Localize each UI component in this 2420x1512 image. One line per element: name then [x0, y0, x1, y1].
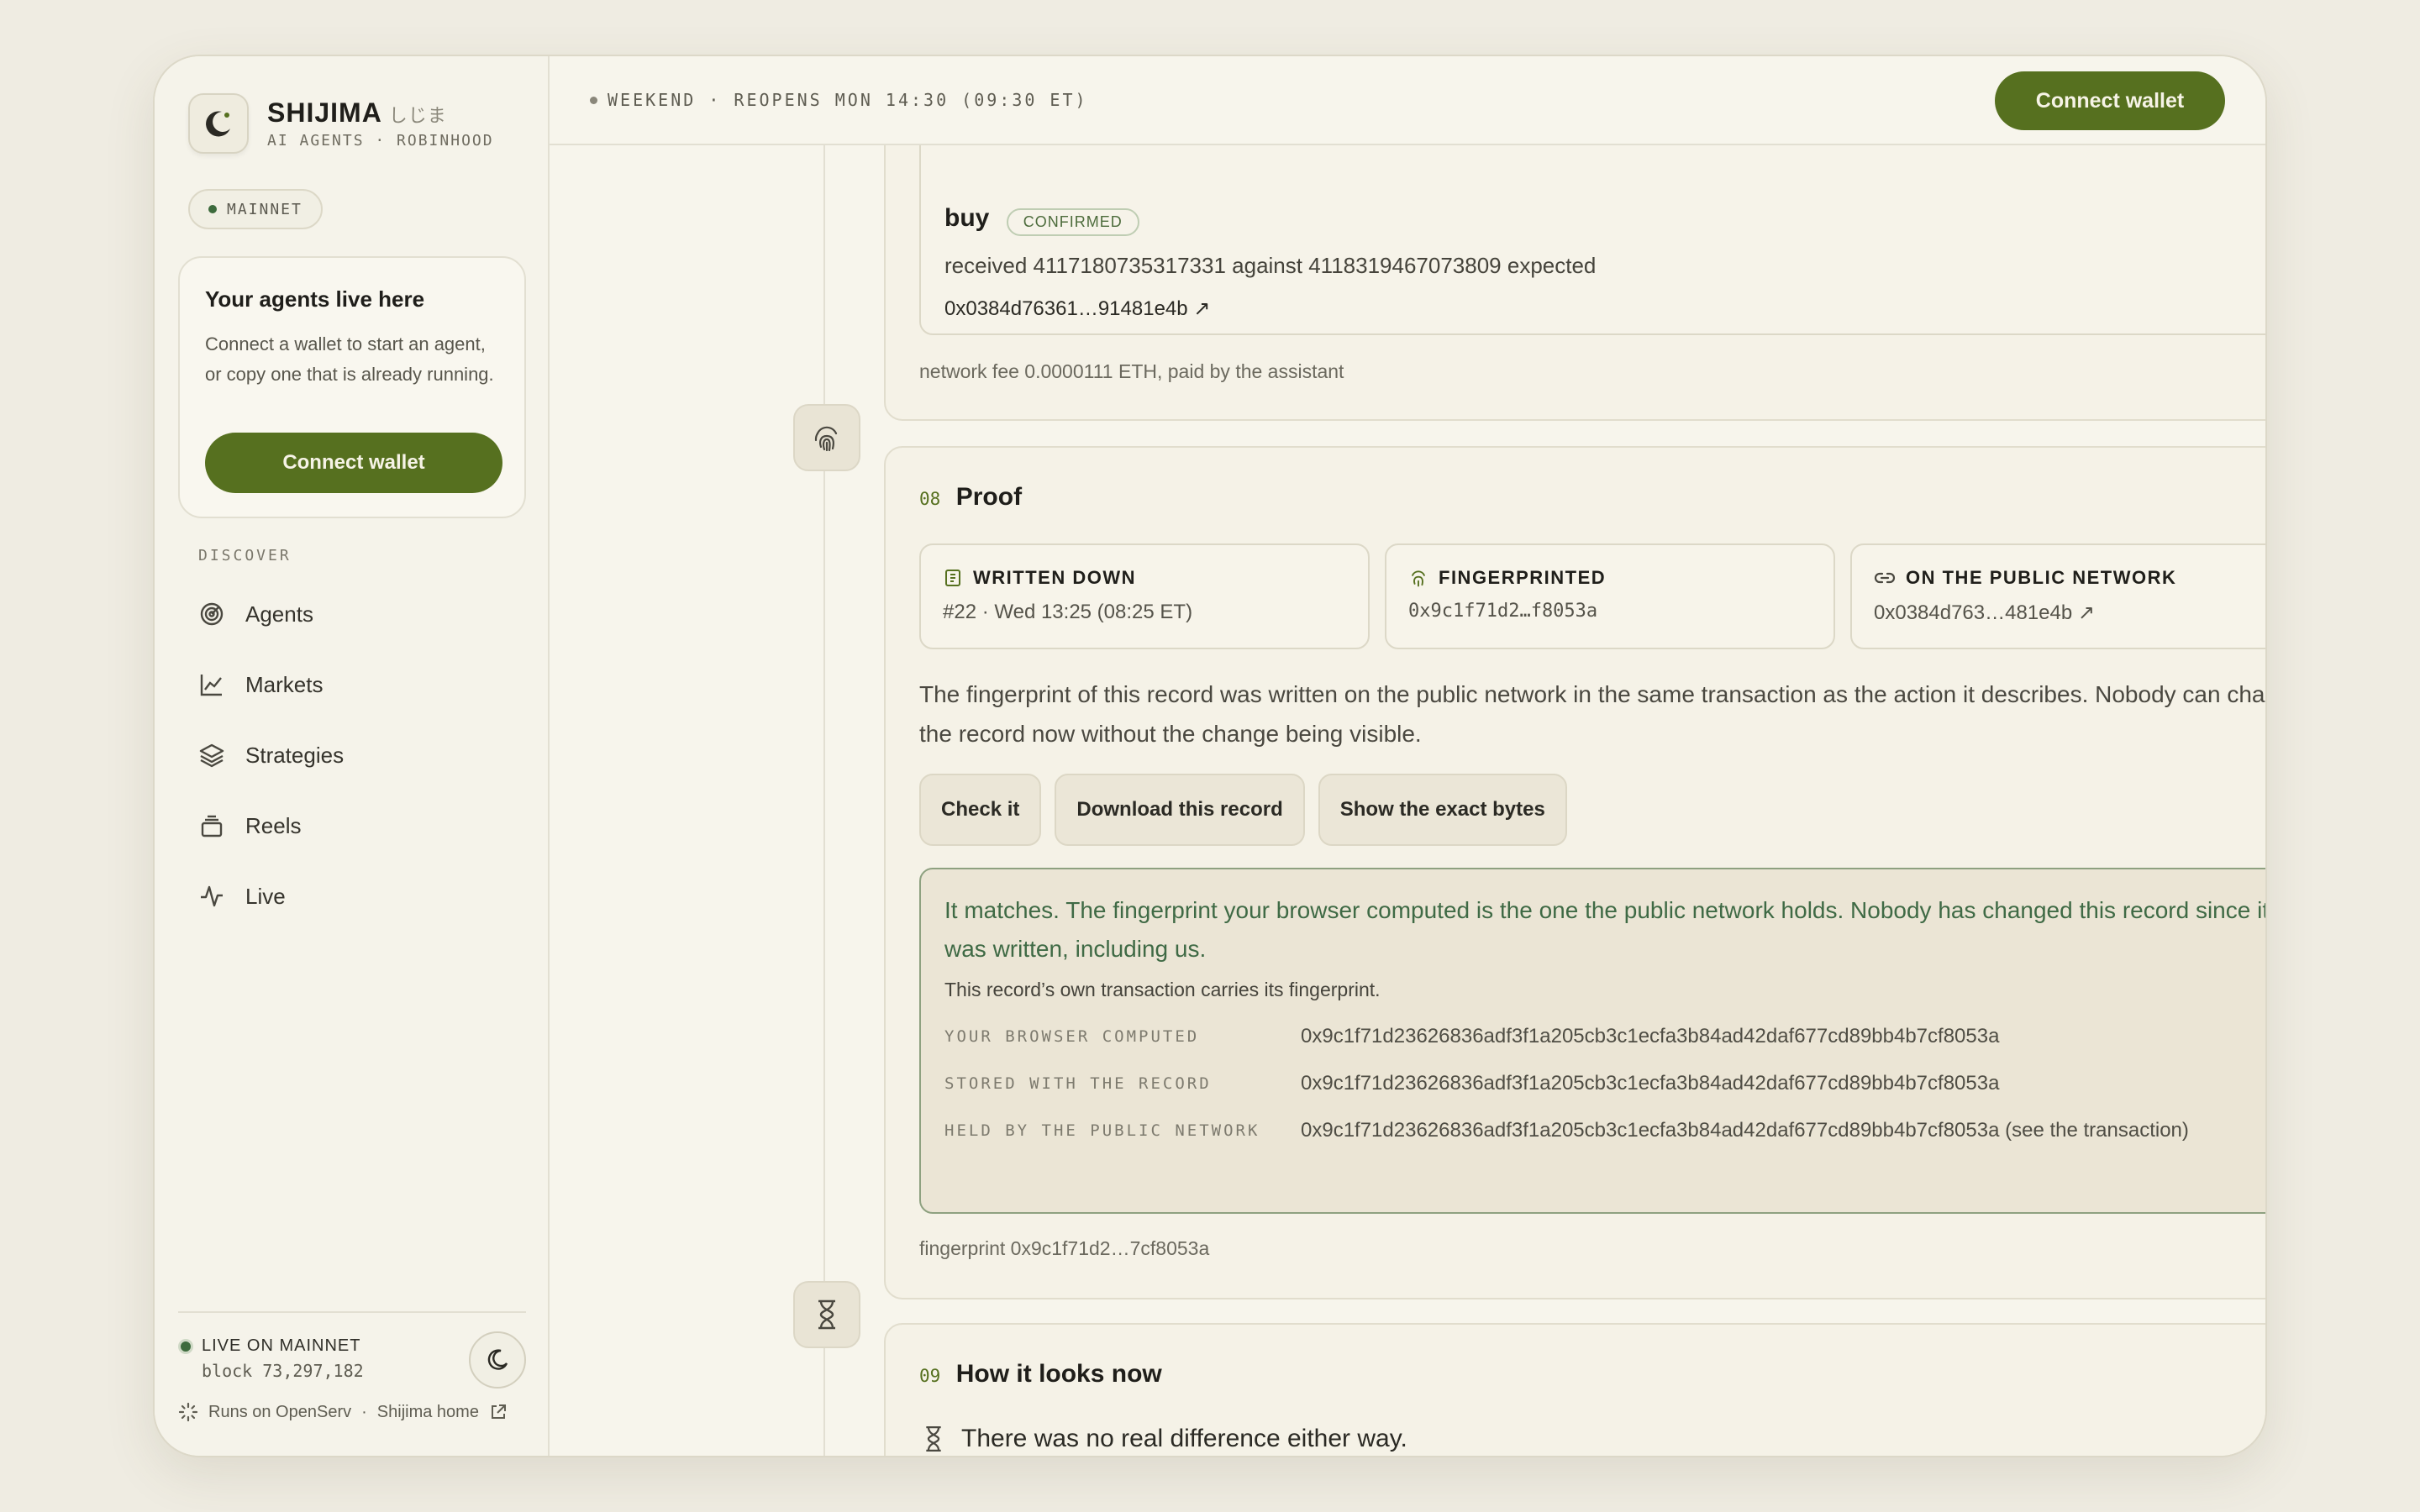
- proof-box-fingerprinted: FINGERPRINTED 0x9c1f71d2…f8053a: [1385, 543, 1835, 649]
- network-dot-icon: [208, 205, 217, 213]
- agents-card: Your agents live here Connect a wallet t…: [178, 256, 526, 518]
- sidebar-item-reels[interactable]: Reels: [188, 790, 524, 861]
- moon-icon: [487, 1349, 508, 1370]
- show-bytes-button[interactable]: Show the exact bytes: [1318, 774, 1567, 846]
- sidebar-item-live[interactable]: Live: [188, 861, 524, 932]
- tx-link[interactable]: 0x0384d76361…91481e4b ↗: [944, 297, 1210, 321]
- hash-row-key: STORED WITH THE RECORD: [944, 1074, 1212, 1093]
- line-chart-icon: [200, 675, 222, 696]
- external-link-icon[interactable]: [489, 1403, 508, 1421]
- hash-row-value: 0x9c1f71d23626836adf3f1a205cb3c1ecfa3b84…: [1301, 1072, 2000, 1095]
- moon-logo-icon: [188, 93, 249, 154]
- match-subtext: This record’s own transaction carries it…: [944, 979, 1381, 1000]
- fingerprint-icon: [793, 404, 860, 471]
- public-network-tx-link[interactable]: 0x0384d763…481e4b ↗: [1874, 601, 2265, 625]
- proof-box-label: ON THE PUBLIC NETWORK: [1906, 567, 2177, 588]
- shijima-home-link[interactable]: Shijima home: [377, 1403, 479, 1422]
- match-headline: It matches. The fingerprint your browser…: [944, 897, 2265, 962]
- status-badge: CONFIRMED: [1006, 208, 1139, 237]
- hash-row-stored: STORED WITH THE RECORD 0x9c1f71d23626836…: [944, 1067, 2265, 1100]
- hourglass-icon: [793, 1281, 860, 1348]
- step-title: Proof: [955, 483, 1023, 511]
- step-card-08: 08 Proof WRITTEN DOWN #22 · Wed 13:25 (0…: [884, 446, 2265, 1299]
- market-status-text: WEEKEND · REOPENS MON 14:30 (09:30 ET): [608, 90, 1088, 110]
- timeline-line: [823, 145, 825, 1456]
- radar-icon: [200, 602, 224, 626]
- step-card-07: buy CONFIRMED received 4117180735317331 …: [884, 107, 2265, 421]
- sidebar-item-markets[interactable]: Markets: [188, 649, 524, 720]
- hash-row-key: YOUR BROWSER COMPUTED: [944, 1027, 1200, 1046]
- layers-icon: [199, 743, 224, 768]
- sidebar-item-label: Live: [245, 883, 286, 909]
- hash-row-key: HELD BY THE PUBLIC NETWORK: [944, 1121, 1260, 1140]
- trade-action: buy: [944, 204, 990, 232]
- match-result: It matches. The fingerprint your browser…: [919, 868, 2265, 1214]
- topbar: WEEKEND · REOPENS MON 14:30 (09:30 ET) C…: [550, 56, 2265, 145]
- step-number: 09: [919, 1366, 941, 1386]
- sidebar-connect-wallet-button[interactable]: Connect wallet: [205, 433, 502, 493]
- step-number: 08: [919, 489, 941, 509]
- proof-explanation: The fingerprint of this record was writt…: [919, 681, 2265, 747]
- proof-box-label: WRITTEN DOWN: [973, 567, 1136, 588]
- step-card-09: 09 How it looks now There was no real di…: [884, 1323, 2265, 1456]
- received-text: received 4117180735317331 against 411831…: [944, 253, 1597, 278]
- step9-text: There was no real difference either way.: [961, 1425, 1407, 1452]
- ledger-icon: [945, 570, 960, 586]
- step-title: How it looks now: [955, 1360, 1162, 1388]
- openserv-spinner-icon: [178, 1402, 198, 1422]
- network-pill[interactable]: MAINNET: [188, 189, 323, 229]
- check-it-button[interactable]: Check it: [919, 774, 1042, 846]
- footer-links: Runs on OpenServ · Shijima home: [178, 1402, 508, 1422]
- footer-separator: ·: [361, 1402, 367, 1421]
- fingerprint-footer: fingerprint 0x9c1f71d2…7cf8053a: [919, 1237, 1210, 1259]
- market-status: WEEKEND · REOPENS MON 14:30 (09:30 ET): [590, 90, 1088, 110]
- trade-result-box: buy CONFIRMED received 4117180735317331 …: [919, 125, 2265, 335]
- hash-row-value: 0x9c1f71d23626836adf3f1a205cb3c1ecfa3b84…: [1301, 1119, 2189, 1142]
- fingerprint-icon: [1412, 570, 1425, 587]
- live-dot-icon: [178, 1338, 193, 1354]
- proof-box-label: FINGERPRINTED: [1439, 567, 1607, 588]
- hash-row-network: HELD BY THE PUBLIC NETWORK 0x9c1f71d2362…: [944, 1114, 2265, 1147]
- discover-label: DISCOVER: [198, 547, 292, 564]
- download-record-button[interactable]: Download this record: [1055, 774, 1305, 846]
- brand-jp: しじま: [388, 105, 447, 126]
- network-label: MAINNET: [227, 200, 302, 218]
- sidebar-item-strategies[interactable]: Strategies: [188, 720, 524, 790]
- runs-on-link[interactable]: Runs on OpenServ: [208, 1403, 351, 1422]
- agents-card-body: Connect a wallet to start an agent, or c…: [205, 333, 494, 385]
- sidebar-item-label: Markets: [245, 671, 324, 697]
- theme-toggle-button[interactable]: [469, 1331, 526, 1389]
- activity-icon: [201, 885, 223, 907]
- hash-row-value: 0x9c1f71d23626836adf3f1a205cb3c1ecfa3b84…: [1301, 1025, 2000, 1047]
- stack-icon: [201, 815, 223, 837]
- proof-boxes: WRITTEN DOWN #22 · Wed 13:25 (08:25 ET) …: [919, 543, 2265, 649]
- live-label: LIVE ON MAINNET: [202, 1336, 361, 1355]
- sidebar-item-agents[interactable]: Agents: [188, 579, 524, 649]
- sidebar-item-label: Strategies: [245, 742, 345, 768]
- app-window: SHIJIMA しじま AI AGENTS · ROBINHOOD MAINNET…: [153, 55, 2267, 1457]
- proof-box-value: #22 · Wed 13:25 (08:25 ET): [943, 601, 1193, 623]
- block-number: block 73,297,182: [202, 1361, 364, 1381]
- connect-wallet-button[interactable]: Connect wallet: [1995, 71, 2225, 130]
- brand-name: SHIJIMA: [267, 97, 382, 128]
- proof-box-public-network: ON THE PUBLIC NETWORK 0x0384d763…481e4b …: [1850, 543, 2265, 649]
- hash-row-browser: YOUR BROWSER COMPUTED 0x9c1f71d23626836a…: [944, 1020, 2265, 1053]
- sidebar-footer: LIVE ON MAINNET block 73,297,182 Runs on…: [178, 1311, 526, 1422]
- brand[interactable]: SHIJIMA しじま AI AGENTS · ROBINHOOD: [188, 93, 494, 154]
- proof-actions: Check it Download this record Show the e…: [919, 774, 1567, 846]
- main-content: WEEKEND · REOPENS MON 14:30 (09:30 ET) C…: [550, 56, 2265, 1456]
- brand-subtitle: AI AGENTS · ROBINHOOD: [267, 132, 494, 150]
- network-fee: network fee 0.0000111 ETH, paid by the a…: [919, 360, 1344, 382]
- proof-box-value: 0x9c1f71d2…f8053a: [1408, 601, 1598, 622]
- hourglass-icon: [926, 1426, 941, 1452]
- live-status: LIVE ON MAINNET block 73,297,182: [178, 1336, 364, 1381]
- link-icon: [1874, 572, 1896, 584]
- sidebar-item-label: Agents: [245, 601, 313, 627]
- discover-nav: Agents Markets Strategies Reels Live: [188, 579, 524, 932]
- status-dot-icon: [590, 96, 597, 104]
- agents-card-title: Your agents live here: [205, 286, 425, 312]
- sidebar-item-label: Reels: [245, 812, 302, 838]
- proof-box-written-down: WRITTEN DOWN #22 · Wed 13:25 (08:25 ET): [919, 543, 1370, 649]
- sidebar: SHIJIMA しじま AI AGENTS · ROBINHOOD MAINNET…: [155, 56, 550, 1456]
